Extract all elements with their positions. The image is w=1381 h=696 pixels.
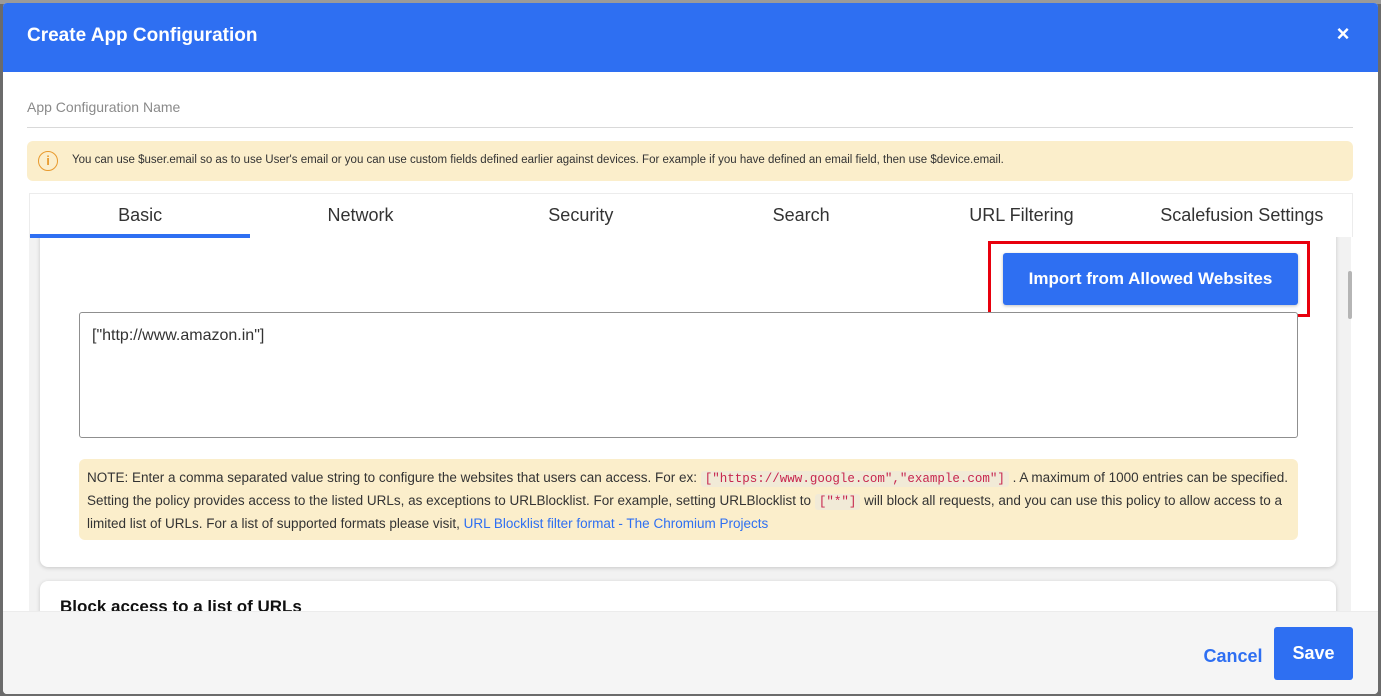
note-block-all-code: ["*"]	[814, 494, 861, 510]
note-example-code: ["https://www.google.com","example.com"]	[700, 471, 1009, 487]
tab-scalefusion-settings[interactable]: Scalefusion Settings	[1132, 194, 1352, 237]
info-banner-text: You can use $user.email so as to use Use…	[72, 154, 1004, 166]
tab-url-filtering[interactable]: URL Filtering	[911, 194, 1131, 237]
close-icon[interactable]: ×	[1330, 21, 1356, 47]
tab-search[interactable]: Search	[691, 194, 911, 237]
info-icon: i	[38, 151, 58, 171]
modal-footer: Cancel Save	[3, 611, 1378, 694]
note-text-prefix: NOTE: Enter a comma separated value stri…	[87, 470, 701, 485]
save-button[interactable]: Save	[1274, 627, 1353, 680]
allow-urls-card: Import from Allowed Websites NOTE: Enter…	[40, 236, 1336, 567]
create-app-configuration-modal: Create App Configuration × i You can use…	[3, 3, 1378, 694]
allowed-urls-note: NOTE: Enter a comma separated value stri…	[79, 459, 1298, 540]
block-urls-card: Block access to a list of URLs	[40, 581, 1336, 614]
tab-network[interactable]: Network	[250, 194, 470, 237]
tab-content-scroll-area[interactable]: Import from Allowed Websites NOTE: Enter…	[29, 236, 1351, 614]
modal-header: Create App Configuration ×	[3, 3, 1378, 72]
cancel-button[interactable]: Cancel	[1193, 638, 1273, 674]
configuration-tabs: Basic Network Security Search URL Filter…	[29, 193, 1353, 238]
tab-security[interactable]: Security	[471, 194, 691, 237]
modal-title: Create App Configuration	[27, 25, 258, 46]
app-configuration-name-input[interactable]	[27, 95, 1353, 128]
content-scrollbar[interactable]	[1348, 271, 1352, 319]
info-banner: i You can use $user.email so as to use U…	[27, 141, 1353, 181]
allowed-urls-textarea[interactable]	[79, 312, 1298, 438]
chromium-url-blocklist-link[interactable]: URL Blocklist filter format - The Chromi…	[464, 516, 769, 531]
import-from-allowed-websites-button[interactable]: Import from Allowed Websites	[1003, 253, 1298, 305]
tab-basic[interactable]: Basic	[30, 194, 251, 238]
